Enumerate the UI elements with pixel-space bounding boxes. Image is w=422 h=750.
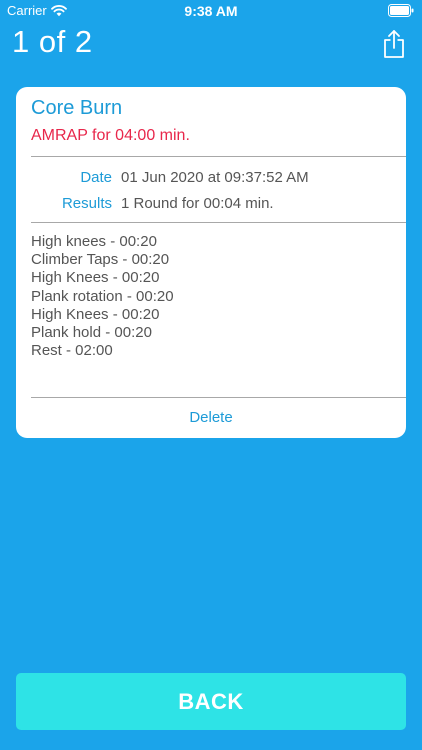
exercise-item: High Knees - 00:20 — [31, 305, 160, 323]
divider — [31, 156, 406, 157]
exercise-item: High Knees - 00:20 — [31, 269, 160, 287]
exercise-item: Rest - 02:00 — [31, 342, 113, 360]
workout-type: AMRAP for 04:00 min. — [31, 127, 190, 144]
exercise-item: Plank rotation - 00:20 — [31, 287, 174, 305]
results-value: 1 Round for 00:04 min. — [121, 195, 274, 212]
status-bar: Carrier 9:38 AM — [0, 0, 422, 22]
delete-button[interactable]: Delete — [16, 409, 406, 426]
divider — [31, 397, 406, 398]
exercise-item: Plank hold - 00:20 — [31, 324, 152, 342]
date-label: Date — [80, 169, 112, 186]
workout-title: Core Burn — [31, 97, 123, 119]
back-button[interactable]: BACK — [16, 673, 406, 730]
divider — [31, 222, 406, 223]
results-label: Results — [61, 195, 112, 212]
nav-bar: 1 of 2 — [0, 22, 422, 66]
battery-icon — [388, 4, 414, 17]
page-counter: 1 of 2 — [12, 24, 93, 59]
exercise-item: High knees - 00:20 — [31, 233, 157, 250]
workout-card: Core Burn AMRAP for 04:00 min. Date 01 J… — [16, 87, 406, 438]
share-icon[interactable] — [382, 29, 406, 59]
date-value: 01 Jun 2020 at 09:37:52 AM — [121, 169, 309, 186]
exercise-list: High knees - 00:20 Climber Taps - 00:20 … — [31, 233, 174, 360]
status-time: 9:38 AM — [184, 3, 238, 19]
exercise-item: Climber Taps - 00:20 — [31, 251, 170, 269]
